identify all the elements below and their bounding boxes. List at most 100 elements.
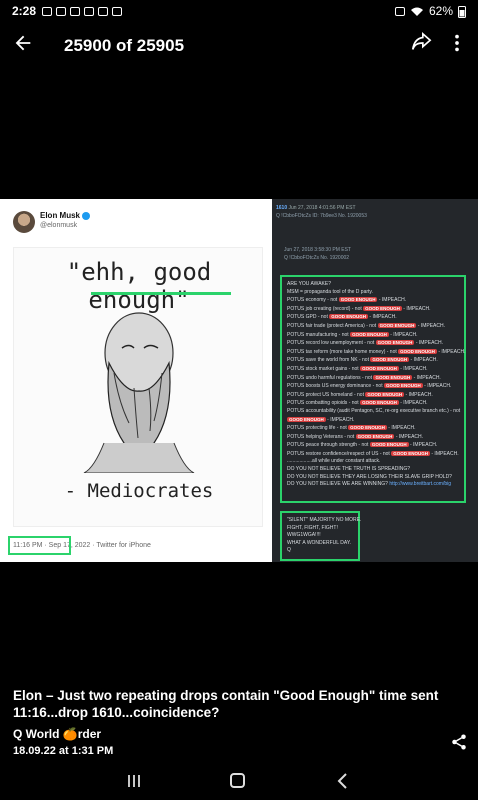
post-caption: Elon – Just two repeating drops contain …	[13, 688, 439, 720]
qdrop-line: ARE YOU AWAKE?	[287, 281, 459, 289]
qdrop-line-text: POTUS helping Veterans - not	[287, 433, 355, 440]
notification-icon	[112, 6, 123, 16]
highlight-underline	[91, 292, 231, 295]
status-time: 2:28	[12, 4, 37, 18]
avatar	[13, 211, 35, 233]
qdrop-line-text: POTUS boosts US energy dominance - not	[287, 383, 383, 390]
qdrop-line-text: POTUS fair trade (protect America) - not	[287, 322, 377, 329]
good-enough-tag: GOOD ENOUGH	[329, 314, 368, 320]
battery-icon	[458, 5, 466, 18]
qdrop-line-text: POTUS save the world from NK - not	[287, 357, 369, 364]
mute-icon	[394, 6, 405, 16]
qdrop-line-tail: - IMPEACH.	[424, 383, 452, 390]
qdrop-line-tail: - IMPEACH.	[417, 322, 445, 329]
good-enough-tag: GOOD ENOUGH	[360, 400, 399, 406]
post-date: 18.09.22 at 1:31 PM	[13, 745, 114, 757]
qdrop-header-meta: Q !CbboFOtcZs ID: 7b9ee3 No. 1920053	[276, 213, 367, 219]
battery-percent: 62%	[428, 4, 453, 18]
tweet-source: · Twitter for iPhone	[92, 542, 151, 549]
qdrop-closing-line: WHAT A WONDERFUL DAY.	[287, 539, 351, 546]
qdrop-line-text: POTUS tax reform (more take home money) …	[287, 348, 397, 355]
good-enough-tag: GOOD ENOUGH	[369, 442, 409, 448]
good-enough-tag: GOOD ENOUGH	[373, 374, 413, 380]
qdrop-line-tail: - IMPEACH.	[378, 297, 407, 304]
qdrop-line: POTUS manufacturing - not GOOD ENOUGH - …	[287, 331, 459, 340]
notification-icon	[84, 6, 95, 16]
qdrop-line: POTUS peace through strength - not GOOD …	[287, 441, 459, 450]
qdrop-line: POTUS fair trade (protect America) - not…	[287, 322, 459, 331]
qdrop-line-tail: - IMPEACH.	[400, 365, 428, 372]
qdrop-closing-highlight-box: "SILENT" MAJORITY NO MORE. FIGHT, FIGHT, …	[280, 511, 362, 561]
qdrop-line-tail: - IMPEACH.	[403, 305, 431, 312]
qdrop-line: POTUS restore confidence/respect of US -…	[287, 450, 459, 459]
qdrop-line-text: DO YOU NOT BELIEVE THEY ARE LOSING THEIR…	[287, 473, 452, 480]
good-enough-tag: GOOD ENOUGH	[384, 383, 423, 389]
qdrop-line-tail: - IMPEACH.	[400, 400, 428, 407]
share-icon[interactable]	[410, 32, 432, 54]
qdrop-line: DO YOU NOT BELIEVE WE ARE WINNING? http:…	[287, 481, 459, 489]
notification-icon	[56, 6, 67, 16]
share-icon[interactable]	[450, 733, 468, 751]
qdrop-line-tail: - IMPEACH.	[405, 391, 433, 398]
qdrop-line-text: ARE YOU AWAKE?	[287, 281, 331, 287]
qdrop-line-tail: - IMPEACH.	[395, 433, 424, 440]
meme-image: "ehh, good enough" - Mediocrates	[13, 247, 263, 527]
qdrop-line: POTUS GPD - not GOOD ENOUGH - IMPEACH.	[287, 313, 459, 322]
socrates-bust-illustration	[83, 312, 195, 473]
qdrop-line-text: POTUS economy - not	[287, 297, 338, 304]
tweet-screenshot: Elon Musk @elonmusk "ehh, good enough" -…	[0, 199, 270, 562]
qdrop-line: POTUS economy - not GOOD ENOUGH - IMPEAC…	[287, 296, 459, 305]
notification-icon	[42, 6, 53, 16]
qdrop-header: 1610 Jun 27, 2018 4:01:56 PM EST	[276, 205, 356, 211]
qdrop-line: POTUS tax reform (more take home money) …	[287, 348, 466, 357]
qdrop-line: POTUS record low unemployment - not GOOD…	[287, 339, 459, 348]
good-enough-tag: GOOD ENOUGH	[338, 297, 378, 303]
qdrop-closing-line: WWG1WGA!!!!	[287, 532, 321, 539]
more-vert-icon[interactable]	[450, 32, 464, 54]
qdrop-line-tail: - IMPEACH.	[388, 425, 416, 432]
qdrop-line-tail: - IMPEACH.	[410, 357, 438, 364]
qdrop-line-text: POTUS record low unemployment - not	[287, 340, 375, 347]
qdrop-screenshot: 1610 Jun 27, 2018 4:01:56 PM EST Q !Cbbo…	[272, 199, 478, 562]
good-enough-tag: GOOD ENOUGH	[287, 416, 326, 422]
recent-apps-icon[interactable]	[127, 774, 141, 788]
qdrop-line: POTUS save the world from NK - not GOOD …	[287, 356, 459, 365]
good-enough-tag: GOOD ENOUGH	[370, 357, 410, 363]
app-bar: 25900 of 25905	[0, 28, 478, 62]
post-image[interactable]: Elon Musk @elonmusk "ehh, good enough" -…	[0, 199, 478, 562]
qdrop-line-tail: - IMPEACH.	[431, 450, 459, 457]
qdrop-line: POTUS stock market gains - not GOOD ENOU…	[287, 365, 459, 374]
good-enough-tag: GOOD ENOUGH	[375, 340, 415, 346]
qdrop-line: POTUS protecting life - not GOOD ENOUGH …	[287, 424, 459, 433]
timestamp-highlight-box	[8, 536, 71, 555]
qdrop-line-tail: - IMPEACH.	[413, 374, 441, 381]
qdrop-line: POTUS helping Veterans - not GOOD ENOUGH…	[287, 433, 459, 442]
qdrop-line-text: POTUS undo harmful regulations - not	[287, 374, 373, 381]
good-enough-tag: GOOD ENOUGH	[355, 433, 395, 439]
qdrop-line: POTUS undo harmful regulations - not GOO…	[287, 374, 459, 383]
good-enough-tag: GOOD ENOUGH	[350, 331, 389, 337]
qdrop-line-text: POTUS peace through strength - not	[287, 442, 369, 449]
qdrop-sub-meta: Q !CbboFOtcZs No. 1920002	[284, 255, 350, 261]
qdrop-line: MSM = propaganda tool of the D party.	[287, 289, 459, 297]
qdrop-line-text: ..................all while under consta…	[287, 458, 381, 465]
nav-back-icon[interactable]	[337, 773, 349, 789]
qdrop-line-text: POTUS combatting opioids - not	[287, 400, 359, 407]
qdrop-line: GOOD ENOUGH - IMPEACH.	[287, 416, 459, 425]
qdrop-closing-line: Q	[287, 547, 291, 554]
good-enough-tag: GOOD ENOUGH	[360, 365, 399, 371]
home-icon[interactable]	[230, 773, 245, 788]
qdrop-line-text: POTUS restore confidence/respect of US -…	[287, 450, 390, 457]
meme-caption: - Mediocrates	[64, 480, 214, 502]
qdrop-line: DO YOU NOT BELIEVE THEY ARE LOSING THEIR…	[287, 474, 459, 482]
good-enough-tag: GOOD ENOUGH	[348, 425, 387, 431]
qdrop-closing-line: "SILENT" MAJORITY NO MORE.	[287, 517, 362, 523]
qdrop-line-tail: - IMPEACH.	[369, 314, 397, 321]
qdrop-line: POTUS accountability (audit Pentagon, SC…	[287, 408, 460, 416]
qdrop-line-text: POTUS protect US homeland - not	[287, 391, 364, 398]
post-author[interactable]: Q World 🍊rder	[13, 727, 101, 741]
back-arrow-icon[interactable]	[12, 32, 34, 54]
good-enough-tag: GOOD ENOUGH	[391, 450, 430, 456]
tweet-handle: @elonmusk	[40, 222, 78, 229]
qdrop-line: POTUS boosts US energy dominance - not G…	[287, 382, 459, 391]
